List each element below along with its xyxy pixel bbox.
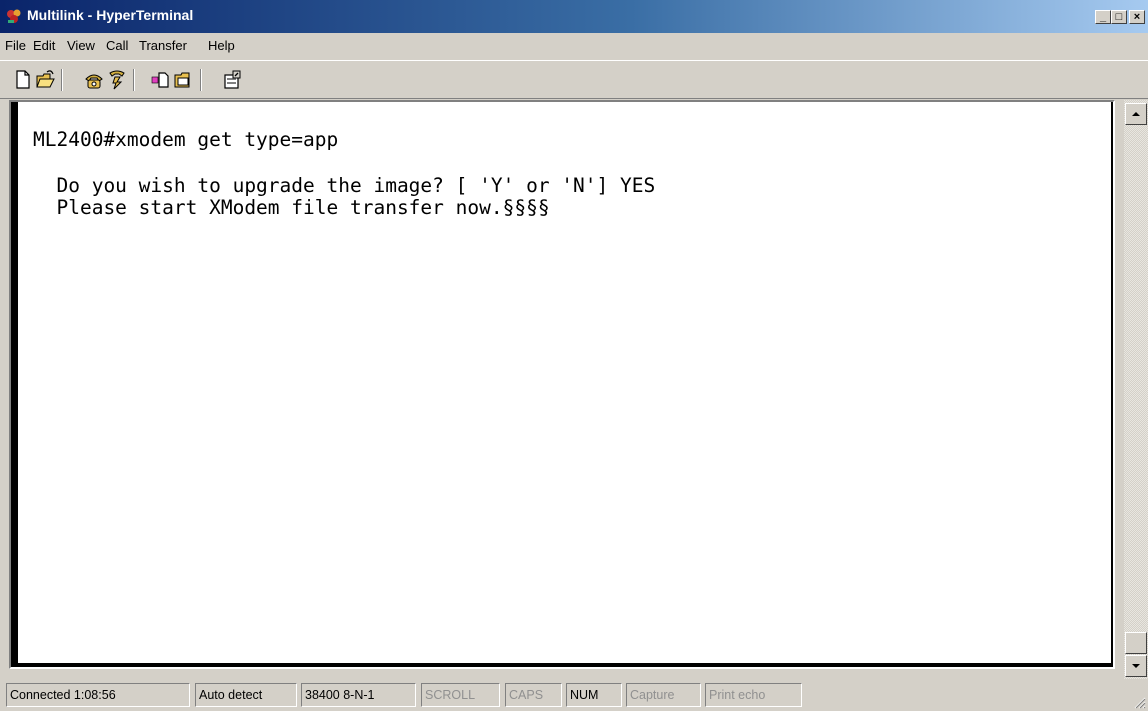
open-icon[interactable] bbox=[35, 69, 55, 91]
status-caps: CAPS bbox=[505, 683, 562, 707]
menu-edit[interactable]: Edit bbox=[33, 38, 55, 54]
menu-file[interactable]: File bbox=[5, 38, 26, 54]
status-port-settings: 38400 8-N-1 bbox=[301, 683, 416, 707]
terminal-line: Please start XModem file transfer now.§§… bbox=[33, 196, 550, 219]
maximize-button[interactable]: □ bbox=[1111, 10, 1127, 24]
terminal-line: Do you wish to upgrade the image? [ 'Y' … bbox=[33, 174, 656, 197]
menu-help[interactable]: Help bbox=[208, 38, 235, 54]
disconnect-phone-icon[interactable] bbox=[107, 69, 127, 91]
status-print-echo: Print echo bbox=[705, 683, 802, 707]
status-num: NUM bbox=[566, 683, 622, 707]
status-scroll: SCROLL bbox=[421, 683, 500, 707]
minimize-button[interactable]: _ bbox=[1095, 10, 1111, 24]
close-icon: × bbox=[1133, 11, 1141, 23]
maximize-icon: □ bbox=[1115, 11, 1123, 23]
status-auto-detect: Auto detect bbox=[195, 683, 297, 707]
receive-file-icon[interactable] bbox=[173, 69, 193, 91]
scroll-up-button[interactable] bbox=[1125, 103, 1147, 125]
status-bar: Connected 1:08:56 Auto detect 38400 8-N-… bbox=[0, 680, 1148, 711]
menu-bar: File Edit View Call Transfer Help bbox=[0, 33, 1148, 60]
connect-phone-icon[interactable] bbox=[84, 69, 104, 91]
new-connection-icon[interactable] bbox=[13, 69, 33, 91]
terminal-screen[interactable]: ML2400#xmodem get type=app Do you wish t… bbox=[17, 102, 1111, 663]
menu-call[interactable]: Call bbox=[106, 38, 128, 54]
menu-transfer[interactable]: Transfer bbox=[139, 38, 187, 54]
toolbar-separator bbox=[200, 69, 202, 91]
arrow-up-icon bbox=[1132, 112, 1140, 116]
toolbar-separator bbox=[61, 69, 63, 91]
hyperterminal-window: Multilink - HyperTerminal _ □ × File Edi… bbox=[0, 0, 1148, 711]
toolbar bbox=[0, 60, 1148, 99]
properties-icon[interactable] bbox=[222, 69, 242, 91]
vertical-scrollbar[interactable] bbox=[1124, 100, 1148, 679]
minimize-icon: _ bbox=[1099, 11, 1107, 23]
status-capture: Capture bbox=[626, 683, 701, 707]
window-title: Multilink - HyperTerminal bbox=[27, 7, 194, 23]
terminal-line: ML2400#xmodem get type=app bbox=[33, 128, 339, 151]
scroll-thumb[interactable] bbox=[1125, 632, 1147, 654]
send-file-icon[interactable] bbox=[150, 69, 170, 91]
resize-grip-icon[interactable] bbox=[1132, 695, 1146, 709]
hyperterminal-app-icon[interactable] bbox=[6, 8, 22, 24]
status-connected: Connected 1:08:56 bbox=[6, 683, 190, 707]
arrow-down-icon bbox=[1132, 664, 1140, 668]
title-bar[interactable]: Multilink - HyperTerminal _ □ × bbox=[0, 0, 1148, 33]
close-button[interactable]: × bbox=[1129, 10, 1145, 24]
toolbar-separator bbox=[133, 69, 135, 91]
menu-view[interactable]: View bbox=[67, 38, 95, 54]
scroll-down-button[interactable] bbox=[1125, 655, 1147, 677]
